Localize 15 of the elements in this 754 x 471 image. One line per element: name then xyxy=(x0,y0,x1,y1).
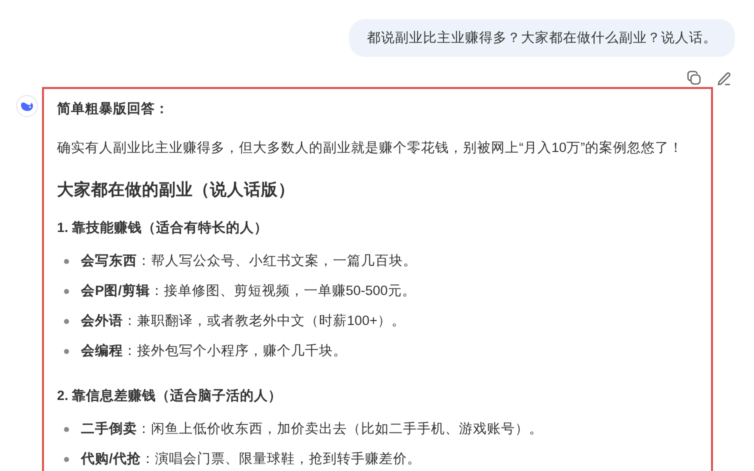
list-item: 会编程：接外包写个小程序，赚个几千块。 xyxy=(81,342,347,360)
list-item: 二手倒卖：闲鱼上低价收东西，加价卖出去（比如二手手机、游戏账号）。 xyxy=(81,420,543,438)
list-item: 会写东西：帮人写公众号、小红书文案，一篇几百块。 xyxy=(81,252,417,270)
answer-heading: 大家都在做的副业（说人话版） xyxy=(57,180,296,202)
answer-title: 简单粗暴版回答： xyxy=(57,100,170,118)
answer-paragraph: 确实有人副业比主业赚得多，但大多数人的副业就是赚个零花钱，别被网上“月入10万”的案例忽悠了！ xyxy=(57,139,684,158)
section-title: 2. 靠信息差赚钱（适合脑子活的人） xyxy=(57,387,284,406)
list-item: 代购/代抢：演唱会门票、限量球鞋，抢到转手赚差价。 xyxy=(81,450,421,468)
section-title: 1. 靠技能赚钱（适合有特长的人） xyxy=(57,219,270,238)
list-item: 会外语：兼职翻译，或者教老外中文（时薪100+）。 xyxy=(81,312,406,330)
copy-icon[interactable] xyxy=(686,70,702,86)
whale-icon xyxy=(20,100,34,112)
edit-icon[interactable] xyxy=(716,70,732,86)
list-item: 会P图/剪辑：接单修图、剪短视频，一单赚50-500元。 xyxy=(81,282,416,300)
user-message: 都说副业比主业赚得多？大家都在做什么副业？说人话。 xyxy=(349,19,735,58)
